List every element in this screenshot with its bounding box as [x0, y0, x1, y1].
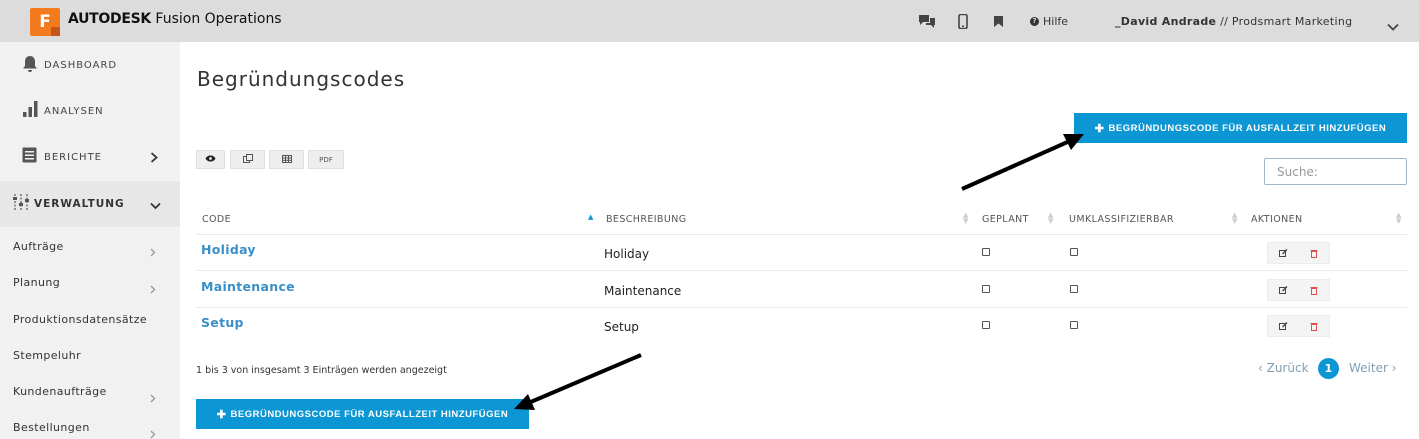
sidebar-subitem-stempeluhr[interactable]: Stempeluhr — [13, 349, 81, 362]
edit-icon[interactable] — [1268, 243, 1299, 263]
sidebar-item-label: VERWALTUNG — [34, 198, 125, 210]
sidebar-subitem-kundenauftraege[interactable]: Kundenaufträge — [13, 385, 107, 398]
umklassifizierbar-checkbox[interactable] — [1070, 321, 1078, 329]
sidebar-item-label: ANALYSEN — [44, 105, 104, 117]
page-title: Begründungscodes — [197, 67, 406, 91]
chevron-right-icon — [150, 424, 156, 439]
prev-label: Zurück — [1266, 361, 1309, 375]
add-reason-code-button-bottom[interactable]: ✚ BEGRÜNDUNGSCODE FÜR AUSFALLZEIT HINZUF… — [196, 399, 529, 429]
sort-asc-icon[interactable]: ▲ — [588, 213, 593, 221]
help-link[interactable]: ? Hilfe — [1030, 15, 1068, 28]
chevron-down-icon[interactable] — [1387, 16, 1399, 35]
sidebar-subitem-auftraege[interactable]: Aufträge — [13, 240, 64, 253]
chevron-down-icon — [150, 195, 161, 214]
add-reason-code-button-top[interactable]: ✚ BEGRÜNDUNGSCODE FÜR AUSFALLZEIT HINZUF… — [1074, 113, 1407, 143]
row-actions — [1267, 315, 1330, 337]
column-header-beschreibung[interactable]: BESCHREIBUNG — [606, 214, 686, 225]
csv-icon — [281, 154, 292, 165]
sidebar-item-analysen[interactable]: ANALYSEN — [0, 88, 180, 134]
help-label: Hilfe — [1043, 15, 1069, 28]
chevron-right-icon — [150, 242, 156, 261]
search-input[interactable] — [1264, 158, 1407, 185]
description-cell: Holiday — [604, 247, 650, 261]
button-label: BEGRÜNDUNGSCODE FÜR AUSFALLZEIT HINZUFÜG… — [230, 408, 509, 420]
copy-button[interactable] — [230, 150, 265, 169]
umklassifizierbar-checkbox[interactable] — [1070, 248, 1078, 256]
mobile-icon[interactable] — [954, 12, 972, 30]
next-label: Weiter — [1349, 361, 1388, 375]
description-cell: Maintenance — [604, 284, 682, 298]
plus-icon: ✚ — [216, 408, 227, 421]
delete-icon[interactable] — [1299, 316, 1330, 336]
chevron-right-icon — [150, 148, 158, 167]
chevron-right-icon — [150, 279, 156, 298]
column-header-code[interactable]: CODE — [202, 214, 231, 225]
sidebar: DASHBOARD ANALYSEN BERICHTE VERWALTUNG A… — [0, 42, 180, 439]
divider — [196, 234, 1407, 235]
arrow-to-bottom-button — [514, 353, 642, 410]
sidebar-subitem-planung[interactable]: Planung — [13, 276, 60, 289]
edit-icon[interactable] — [1268, 316, 1299, 336]
plus-icon: ✚ — [1094, 122, 1105, 135]
user-org: // Prodsmart Marketing — [1220, 15, 1353, 28]
chevron-right-icon — [150, 388, 156, 407]
arrow-to-top-button — [961, 134, 1084, 191]
brand-rest: Fusion Operations — [155, 11, 282, 27]
description-cell: Setup — [604, 320, 639, 334]
pdf-label: PDF — [319, 155, 333, 164]
logo-letter: F — [39, 12, 51, 32]
bar-chart-icon — [22, 100, 40, 122]
brand-bold: AUTODESK — [68, 11, 151, 27]
eye-icon — [205, 155, 216, 164]
top-bar: F AUTODESK Fusion Operations ? Hilfe _Da… — [0, 0, 1419, 42]
report-icon — [22, 147, 37, 167]
brand-name: AUTODESK Fusion Operations — [68, 11, 282, 27]
geplant-checkbox[interactable] — [982, 285, 990, 293]
sort-icon[interactable]: ▲ ▼ — [963, 212, 968, 225]
bookmark-icon[interactable] — [989, 12, 1007, 30]
delete-icon[interactable] — [1299, 243, 1330, 263]
edit-icon[interactable] — [1268, 280, 1299, 300]
user-name: _David Andrade — [1115, 15, 1217, 28]
code-link-maintenance[interactable]: Maintenance — [201, 279, 295, 294]
sort-icon[interactable]: ▲ ▼ — [1048, 212, 1053, 225]
delete-icon[interactable] — [1299, 280, 1330, 300]
row-actions — [1267, 279, 1330, 301]
sidebar-item-label: BERICHTE — [44, 151, 103, 163]
chat-icon[interactable] — [918, 12, 936, 30]
fusion-logo[interactable]: F — [30, 8, 60, 36]
button-label: BEGRÜNDUNGSCODE FÜR AUSFALLZEIT HINZUFÜG… — [1108, 122, 1387, 134]
sidebar-item-dashboard[interactable]: DASHBOARD — [0, 42, 180, 88]
row-actions — [1267, 242, 1330, 264]
sidebar-subitem-produktionsdatensaetze[interactable]: Produktionsdatensätze — [13, 313, 147, 326]
umklassifizierbar-checkbox[interactable] — [1070, 285, 1078, 293]
sidebar-item-verwaltung[interactable]: VERWALTUNG — [0, 181, 180, 227]
sidebar-item-berichte[interactable]: BERICHTE — [0, 134, 180, 180]
sliders-icon — [12, 193, 30, 215]
column-header-geplant[interactable]: GEPLANT — [982, 214, 1029, 225]
pagination-prev[interactable]: ‹ Zurück — [1258, 361, 1309, 375]
geplant-checkbox[interactable] — [982, 248, 990, 256]
code-link-setup[interactable]: Setup — [201, 315, 244, 330]
column-header-aktionen[interactable]: AKTIONEN — [1251, 214, 1303, 225]
pagination-page-1[interactable]: 1 — [1318, 358, 1339, 379]
sidebar-subitem-bestellungen[interactable]: Bestellungen — [13, 421, 90, 434]
sidebar-item-label: DASHBOARD — [44, 59, 118, 71]
csv-export-button[interactable] — [269, 150, 304, 169]
divider — [196, 307, 1407, 308]
table-info: 1 bis 3 von insgesamt 3 Einträgen werden… — [196, 365, 447, 376]
bell-icon — [22, 55, 38, 76]
code-link-holiday[interactable]: Holiday — [201, 242, 256, 257]
sort-icon[interactable]: ▲ ▼ — [1396, 212, 1401, 225]
toggle-columns-button[interactable] — [196, 150, 225, 169]
geplant-checkbox[interactable] — [982, 321, 990, 329]
sort-icon[interactable]: ▲ ▼ — [1232, 212, 1237, 225]
help-icon: ? — [1030, 17, 1039, 26]
copy-icon — [242, 154, 253, 165]
pagination-next[interactable]: Weiter › — [1349, 361, 1397, 375]
column-header-umklassifizierbar[interactable]: UMKLASSIFIZIERBAR — [1069, 214, 1174, 225]
divider — [196, 270, 1407, 271]
user-menu[interactable]: _David Andrade // Prodsmart Marketing — [1115, 15, 1352, 28]
pdf-export-button[interactable]: PDF — [308, 150, 344, 169]
